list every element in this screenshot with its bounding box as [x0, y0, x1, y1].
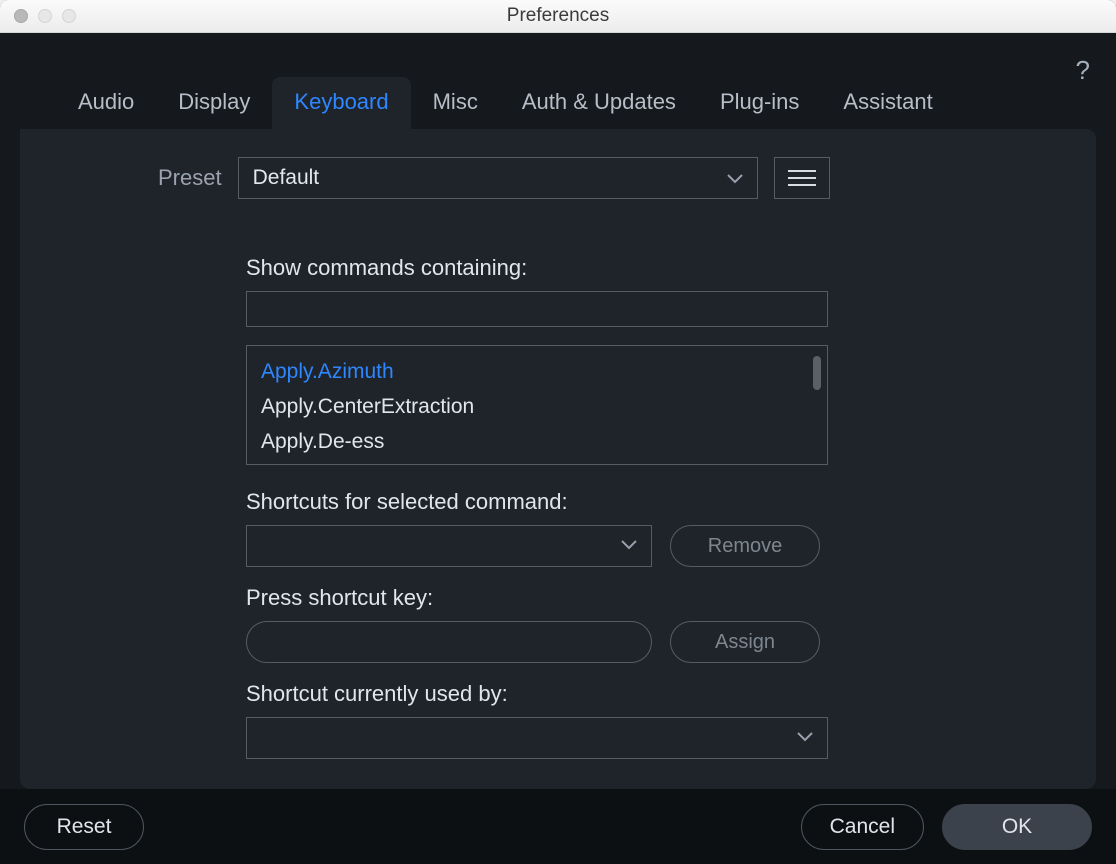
- preset-menu-button[interactable]: [774, 157, 830, 199]
- content: ? Audio Display Keyboard Misc Auth & Upd…: [0, 33, 1116, 789]
- help-icon[interactable]: ?: [1076, 55, 1090, 86]
- preset-row: Preset Default: [158, 157, 1056, 199]
- close-icon[interactable]: [14, 9, 28, 23]
- command-item[interactable]: Apply.CenterExtraction: [261, 389, 813, 424]
- command-search-input[interactable]: [246, 291, 828, 327]
- shortcuts-selected-label: Shortcuts for selected command:: [246, 489, 896, 515]
- tab-auth-updates[interactable]: Auth & Updates: [500, 77, 698, 129]
- shortcut-key-input[interactable]: [246, 621, 652, 663]
- reset-button[interactable]: Reset: [24, 804, 144, 850]
- cancel-button[interactable]: Cancel: [801, 804, 924, 850]
- tab-misc[interactable]: Misc: [411, 77, 500, 129]
- window-controls: [14, 9, 76, 23]
- keyboard-panel: Preset Default Show commands containing:: [20, 129, 1096, 789]
- tab-bar: Audio Display Keyboard Misc Auth & Updat…: [20, 77, 1096, 129]
- window-title: Preferences: [0, 5, 1116, 27]
- maximize-icon[interactable]: [62, 9, 76, 23]
- ok-button[interactable]: OK: [942, 804, 1092, 850]
- chevron-down-icon: [797, 729, 813, 747]
- commands-section: Show commands containing: Apply.Azimuth …: [246, 255, 896, 759]
- minimize-icon[interactable]: [38, 9, 52, 23]
- shortcut-select[interactable]: [246, 525, 652, 567]
- command-item[interactable]: Apply.Azimuth: [261, 354, 813, 389]
- preset-value: Default: [253, 166, 320, 190]
- footer: Reset Cancel OK: [0, 789, 1116, 864]
- tab-plugins[interactable]: Plug-ins: [698, 77, 821, 129]
- preferences-window: Preferences ? Audio Display Keyboard Mis…: [0, 0, 1116, 864]
- chevron-down-icon: [727, 166, 743, 190]
- command-item[interactable]: Apply.De-ess: [261, 424, 813, 459]
- tab-audio[interactable]: Audio: [56, 77, 156, 129]
- scrollbar-thumb[interactable]: [813, 356, 821, 390]
- command-list[interactable]: Apply.Azimuth Apply.CenterExtraction App…: [246, 345, 828, 465]
- tab-display[interactable]: Display: [156, 77, 272, 129]
- press-shortcut-label: Press shortcut key:: [246, 585, 896, 611]
- tab-keyboard[interactable]: Keyboard: [272, 77, 410, 129]
- preset-select[interactable]: Default: [238, 157, 758, 199]
- tab-assistant[interactable]: Assistant: [821, 77, 954, 129]
- preset-label: Preset: [158, 165, 222, 191]
- hamburger-icon: [788, 170, 816, 172]
- used-by-select[interactable]: [246, 717, 828, 759]
- titlebar: Preferences: [0, 0, 1116, 33]
- chevron-down-icon: [621, 537, 637, 555]
- show-commands-label: Show commands containing:: [246, 255, 896, 281]
- assign-button[interactable]: Assign: [670, 621, 820, 663]
- used-by-label: Shortcut currently used by:: [246, 681, 896, 707]
- remove-button[interactable]: Remove: [670, 525, 820, 567]
